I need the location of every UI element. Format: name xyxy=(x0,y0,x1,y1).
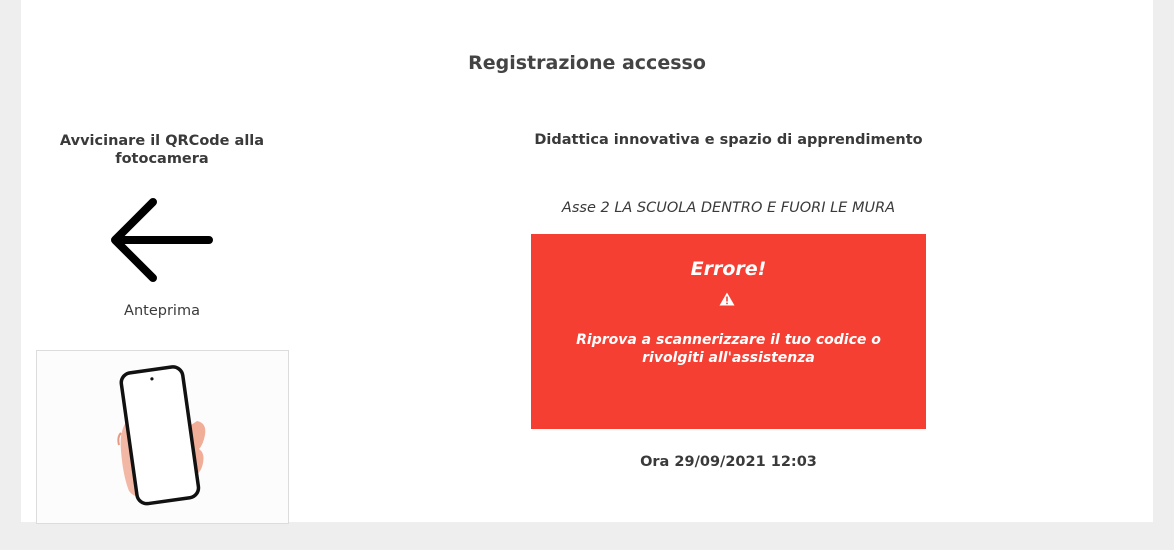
preview-label: Anteprima xyxy=(124,303,200,319)
scan-instruction: Avvicinare il QRCode alla fotocamera xyxy=(59,133,265,167)
page-title: Registrazione accesso xyxy=(468,52,706,74)
course-subtitle: Asse 2 LA SCUOLA DENTRO E FUORI LE MURA xyxy=(561,200,896,216)
error-title: Errore! xyxy=(690,258,767,280)
timestamp: Ora 29/09/2021 12:03 xyxy=(640,454,817,470)
camera-preview xyxy=(36,350,289,524)
error-message: Riprova a scannerizzare il tuo codice o … xyxy=(576,332,881,366)
main-card: Registrazione accesso Avvicinare il QRCo… xyxy=(21,0,1153,524)
course-title: Didattica innovativa e spazio di apprend… xyxy=(534,132,923,148)
warning-icon xyxy=(719,292,735,306)
arrow-left-icon xyxy=(111,198,213,282)
error-panel: Errore! Riprova a scannerizzare il tuo c… xyxy=(531,234,926,429)
hand-phone-image xyxy=(117,365,206,506)
